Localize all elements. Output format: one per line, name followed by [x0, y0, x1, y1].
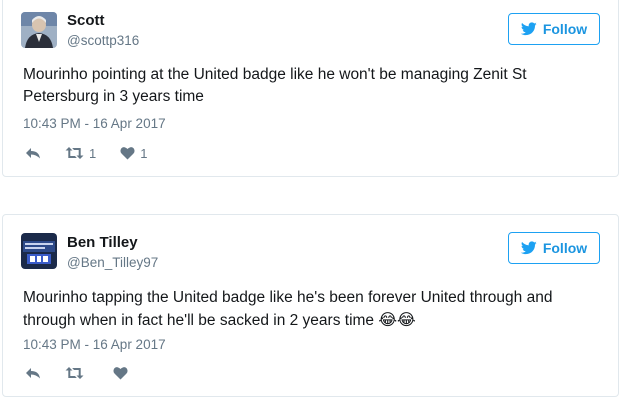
like-button[interactable] — [113, 366, 133, 380]
tweet-card: Ben Tilley @Ben_Tilley97 Follow Mourinho… — [2, 214, 619, 397]
user-handle[interactable]: @Ben_Tilley97 — [67, 255, 158, 270]
reply-icon — [25, 146, 41, 160]
retweet-button[interactable]: 1 — [65, 146, 96, 161]
follow-button[interactable]: Follow — [508, 232, 600, 264]
display-name[interactable]: Ben Tilley — [67, 234, 138, 251]
display-name[interactable]: Scott — [67, 12, 105, 29]
reply-button[interactable] — [25, 366, 41, 380]
like-count: 1 — [140, 145, 148, 161]
tweet-text: Mourinho pointing at the United badge li… — [23, 66, 527, 105]
timestamp[interactable]: 10:43 PM - 16 Apr 2017 — [23, 337, 166, 352]
twitter-bird-icon — [520, 241, 537, 255]
heart-icon — [120, 146, 135, 160]
like-button[interactable]: 1 — [120, 146, 147, 161]
heart-icon — [113, 366, 128, 380]
reply-button[interactable] — [25, 146, 41, 160]
user-handle[interactable]: @scottp316 — [67, 33, 139, 48]
twitter-bird-icon — [520, 22, 537, 36]
tweet-text: Mourinho tapping the United badge like h… — [23, 287, 603, 332]
retweet-button[interactable] — [65, 366, 89, 380]
avatar[interactable] — [21, 233, 57, 269]
tweet-actions — [25, 364, 157, 382]
retweet-icon — [65, 366, 84, 380]
retweet-count: 1 — [89, 145, 97, 161]
tweet-text-body: Mourinho tapping the United badge like h… — [23, 289, 553, 329]
timestamp[interactable]: 10:43 PM - 16 Apr 2017 — [23, 116, 166, 131]
avatar[interactable] — [21, 12, 57, 48]
reply-icon — [25, 366, 41, 380]
tears-of-joy-emoji: 😂😂 — [378, 310, 416, 329]
tweet-actions: 1 1 — [25, 144, 171, 162]
follow-label: Follow — [542, 21, 588, 37]
retweet-icon — [65, 146, 84, 160]
follow-label: Follow — [542, 240, 588, 256]
tweet-card: Scott @scottp316 Follow Mourinho pointin… — [2, 0, 619, 177]
follow-button[interactable]: Follow — [508, 13, 600, 45]
